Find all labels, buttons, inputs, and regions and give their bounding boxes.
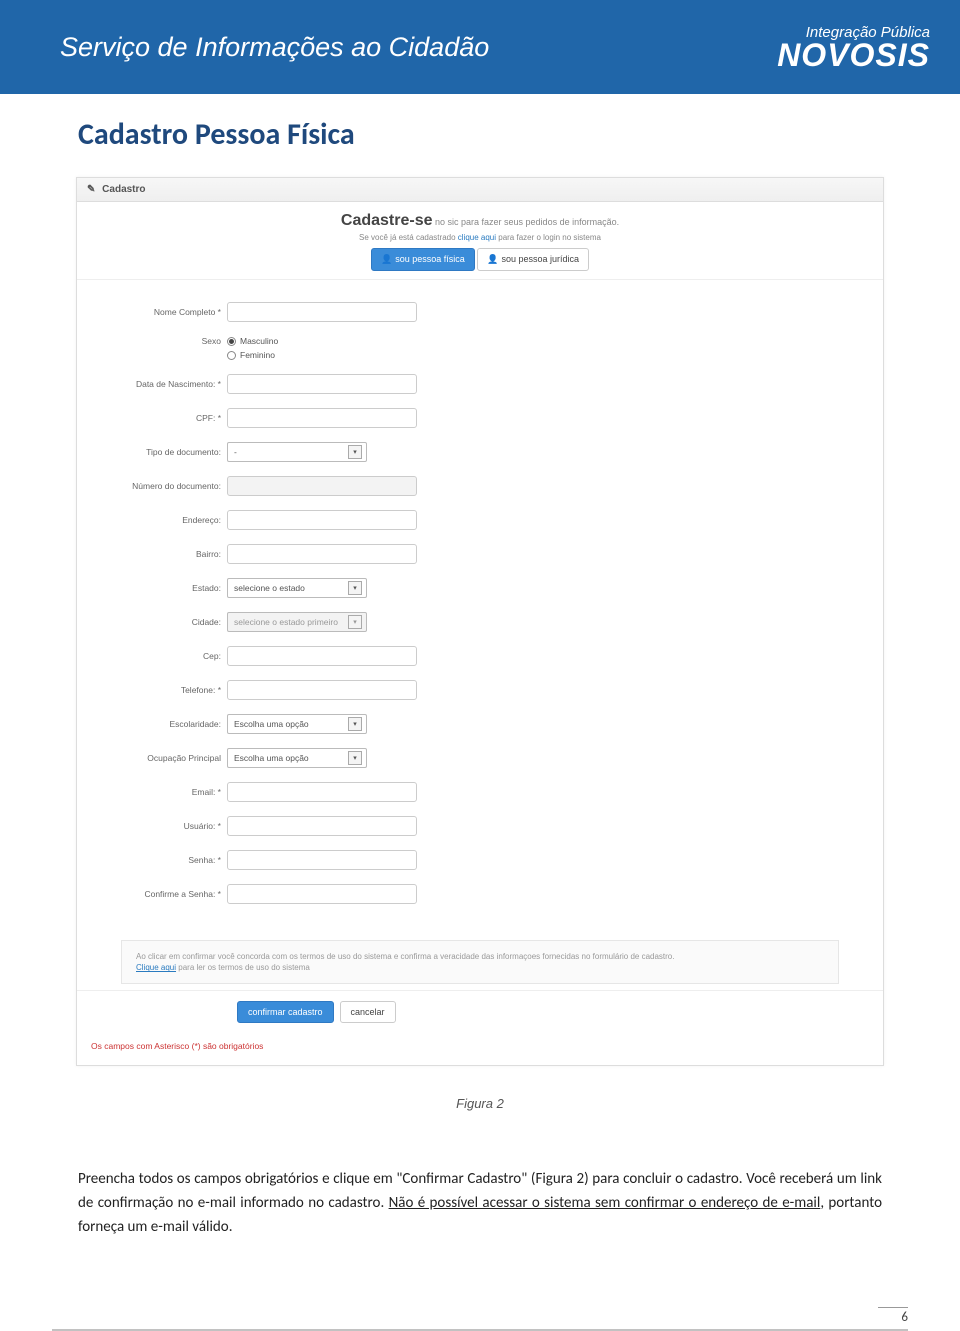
terms-box: Ao clicar em confirmar você concorda com…	[121, 940, 839, 984]
login-hint: Se você já está cadastrado clique aqui p…	[77, 233, 883, 242]
chevron-down-icon: ▾	[348, 581, 362, 595]
login-hint-a: Se você já está cadastrado	[359, 233, 458, 242]
input-telefone[interactable]	[227, 680, 417, 700]
login-link[interactable]: clique aqui	[458, 233, 496, 242]
select-value: Escolha uma opção	[234, 753, 309, 763]
label-ocupacao: Ocupação Principal	[107, 753, 227, 763]
input-numero-documento[interactable]	[227, 476, 417, 496]
input-confirma-senha[interactable]	[227, 884, 417, 904]
label-nascimento: Data de Nascimento: *	[107, 379, 227, 389]
label-sexo: Sexo	[107, 336, 227, 346]
terms-line1: Ao clicar em confirmar você concorda com…	[136, 951, 824, 962]
page-number: 6	[878, 1307, 908, 1325]
select-value: Escolha uma opção	[234, 719, 309, 729]
person-type-buttons: 👤sou pessoa física 👤sou pessoa jurídica	[77, 248, 883, 271]
select-escolaridade[interactable]: Escolha uma opção ▾	[227, 714, 367, 734]
input-cpf[interactable]	[227, 408, 417, 428]
radio-feminino-label: Feminino	[240, 350, 275, 360]
label-nome: Nome Completo *	[107, 307, 227, 317]
label-tipo-documento: Tipo de documento:	[107, 447, 227, 457]
top-banner: Serviço de Informações ao Cidadão Integr…	[0, 0, 960, 94]
select-estado[interactable]: selecione o estado ▾	[227, 578, 367, 598]
headline-sub: no sic para fazer seus pedidos de inform…	[433, 217, 620, 227]
chevron-down-icon: ▾	[348, 751, 362, 765]
form-screenshot: ✎ Cadastro Cadastre-se no sic para fazer…	[76, 177, 884, 1066]
btn-pessoa-juridica[interactable]: 👤sou pessoa jurídica	[477, 248, 589, 271]
input-bairro[interactable]	[227, 544, 417, 564]
select-cidade[interactable]: selecione o estado primeiro ▾	[227, 612, 367, 632]
person-icon: 👤	[487, 254, 498, 264]
input-senha[interactable]	[227, 850, 417, 870]
label-escolaridade: Escolaridade:	[107, 719, 227, 729]
headline-block: Cadastre-se no sic para fazer seus pedid…	[77, 202, 883, 280]
input-cep[interactable]	[227, 646, 417, 666]
form-actions: confirmar cadastro cancelar	[77, 990, 883, 1033]
figure-caption: Figura 2	[0, 1096, 960, 1111]
required-fields-note: Os campos com Asterisco (*) são obrigató…	[77, 1033, 883, 1059]
radio-masculino[interactable]: Masculino	[227, 336, 278, 346]
label-cidade: Cidade:	[107, 617, 227, 627]
label-telefone: Telefone: *	[107, 685, 227, 695]
label-confirma-senha: Confirme a Senha: *	[107, 889, 227, 899]
radio-masculino-label: Masculino	[240, 336, 278, 346]
label-cep: Cep:	[107, 651, 227, 661]
label-numero-documento: Número do documento:	[107, 481, 227, 491]
label-estado: Estado:	[107, 583, 227, 593]
instruction-text-underline: Não é possível acessar o sistema sem con…	[389, 1194, 821, 1212]
instruction-paragraph: Preencha todos os campos obrigatórios e …	[0, 1167, 960, 1239]
banner-brand-block: Integração Pública NOVOSIS	[777, 24, 930, 70]
chevron-down-icon: ▾	[348, 717, 362, 731]
headline-main: Cadastre-se	[341, 212, 433, 229]
select-ocupacao[interactable]: Escolha uma opção ▾	[227, 748, 367, 768]
btn-pessoa-fisica[interactable]: 👤sou pessoa física	[371, 248, 475, 271]
radio-icon	[227, 351, 236, 360]
form-area: Nome Completo * Sexo Masculino Feminino …	[77, 280, 883, 928]
input-nome[interactable]	[227, 302, 417, 322]
label-endereco: Endereço:	[107, 515, 227, 525]
cancel-button[interactable]: cancelar	[340, 1001, 396, 1023]
select-value: selecione o estado primeiro	[234, 617, 338, 627]
login-hint-b: para fazer o login no sistema	[496, 233, 601, 242]
input-endereco[interactable]	[227, 510, 417, 530]
label-senha: Senha: *	[107, 855, 227, 865]
banner-brand: NOVOSIS	[777, 41, 930, 70]
label-bairro: Bairro:	[107, 549, 227, 559]
radio-feminino[interactable]: Feminino	[227, 350, 275, 360]
label-usuario: Usuário: *	[107, 821, 227, 831]
label-email: Email: *	[107, 787, 227, 797]
input-usuario[interactable]	[227, 816, 417, 836]
btn-pessoa-juridica-label: sou pessoa jurídica	[501, 254, 579, 264]
label-cpf: CPF: *	[107, 413, 227, 423]
pencil-icon: ✎	[87, 184, 95, 195]
select-value: selecione o estado	[234, 583, 305, 593]
page-heading: Cadastro Pessoa Física	[0, 94, 960, 177]
chevron-down-icon: ▾	[348, 615, 362, 629]
terms-line2: para ler os termos de uso do sistema	[176, 963, 310, 972]
btn-pessoa-fisica-label: sou pessoa física	[395, 254, 465, 264]
person-icon: 👤	[381, 254, 392, 264]
select-value: -	[234, 447, 237, 457]
input-email[interactable]	[227, 782, 417, 802]
chevron-down-icon: ▾	[348, 445, 362, 459]
panel-header-title: Cadastro	[102, 184, 145, 195]
radio-icon	[227, 337, 236, 346]
terms-link[interactable]: Clique aqui	[136, 963, 176, 972]
banner-title: Serviço de Informações ao Cidadão	[60, 32, 489, 63]
confirm-button[interactable]: confirmar cadastro	[237, 1001, 334, 1023]
select-tipo-documento[interactable]: - ▾	[227, 442, 367, 462]
input-nascimento[interactable]	[227, 374, 417, 394]
panel-header: ✎ Cadastro	[77, 178, 883, 202]
